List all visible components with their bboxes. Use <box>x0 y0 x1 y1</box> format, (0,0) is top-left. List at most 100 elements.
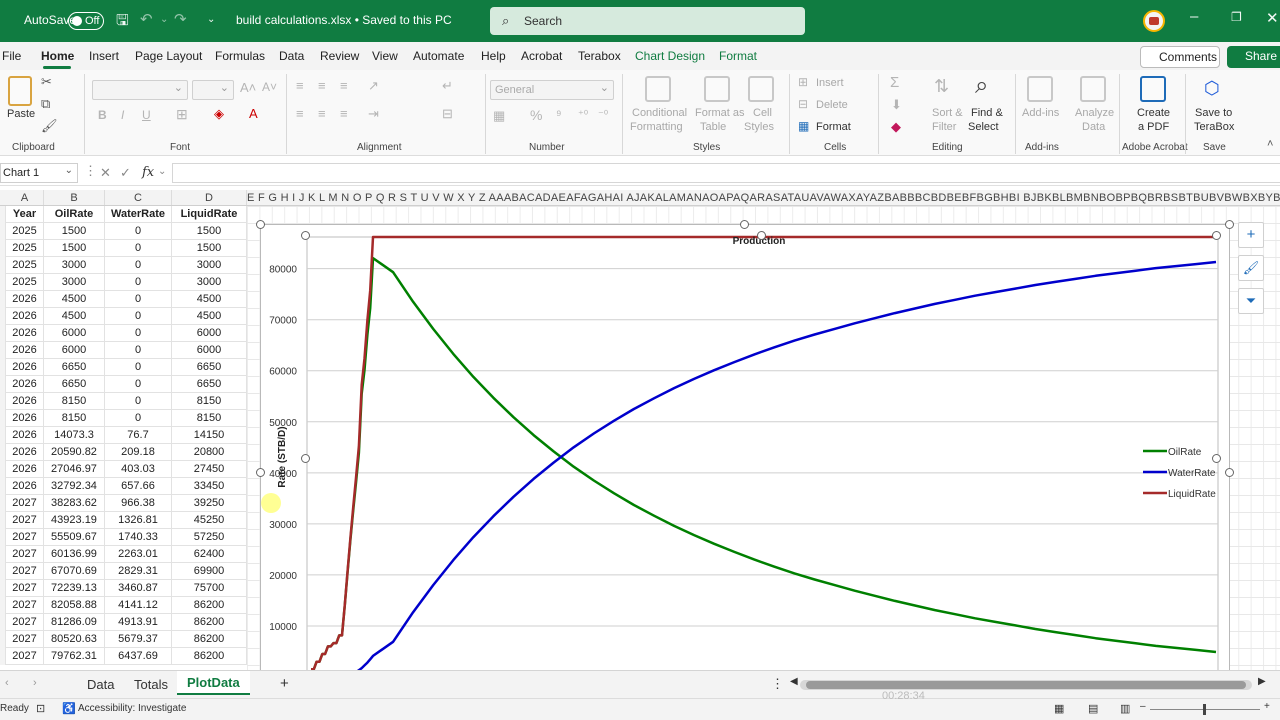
table-cell[interactable]: 86200 <box>172 631 247 648</box>
plot-area-handle[interactable] <box>1212 231 1221 240</box>
sheet-tab-plotdata[interactable]: PlotData <box>177 671 250 695</box>
autosum-icon[interactable]: Σ <box>890 74 899 91</box>
table-cell[interactable]: 62400 <box>172 546 247 563</box>
column-title-cell[interactable]: LiquidRate <box>172 206 247 223</box>
column-headers-more[interactable]: E F G H I J K L M N O P Q R S T U V W X … <box>247 190 1280 205</box>
tab-view[interactable]: View <box>372 49 398 63</box>
analyze-data-icon[interactable] <box>1080 76 1106 102</box>
table-cell[interactable]: 6650 <box>172 376 247 393</box>
table-cell[interactable]: 2026 <box>6 410 44 427</box>
table-cell[interactable]: 2027 <box>6 546 44 563</box>
table-cell[interactable]: 67070.69 <box>44 563 105 580</box>
accounting-format-icon[interactable]: ▦ <box>493 108 505 124</box>
analyze-data-label-2[interactable]: Data <box>1082 120 1105 134</box>
table-cell[interactable]: 6650 <box>44 376 105 393</box>
table-cell[interactable]: 2026 <box>6 478 44 495</box>
table-cell[interactable]: 1326.81 <box>105 512 172 529</box>
table-cell[interactable]: 3000 <box>44 274 105 291</box>
font-size-combo[interactable] <box>192 80 234 100</box>
confirm-entry-icon[interactable]: ✓ <box>120 165 131 181</box>
tab-file[interactable]: File <box>2 49 21 63</box>
next-sheet-icon[interactable]: › <box>33 677 37 689</box>
save-terabox-label-1[interactable]: Save to <box>1195 106 1232 120</box>
table-cell[interactable]: 1500 <box>172 223 247 240</box>
accessibility-status[interactable]: Accessibility: Investigate <box>78 703 186 714</box>
underline-icon[interactable]: U <box>142 108 151 122</box>
table-cell[interactable]: 60136.99 <box>44 546 105 563</box>
table-cell[interactable]: 2026 <box>6 291 44 308</box>
table-cell[interactable]: 82058.88 <box>44 597 105 614</box>
comments-button[interactable]: Comments <box>1140 46 1220 68</box>
plot-area-handle[interactable] <box>301 454 310 463</box>
tab-automate[interactable]: Automate <box>413 49 464 63</box>
resize-handle[interactable] <box>1225 220 1234 229</box>
tab-data[interactable]: Data <box>279 49 304 63</box>
table-cell[interactable]: 86200 <box>172 614 247 631</box>
table-cell[interactable]: 0 <box>105 274 172 291</box>
table-cell[interactable]: 2027 <box>6 529 44 546</box>
cell-styles-label-1[interactable]: Cell <box>753 106 772 120</box>
table-cell[interactable]: 33450 <box>172 478 247 495</box>
increase-font-icon[interactable]: A˄ <box>240 80 256 95</box>
find-select-label-1[interactable]: Find & <box>971 106 1003 120</box>
undo-icon[interactable]: ↶ <box>140 10 153 28</box>
paste-label[interactable]: Paste <box>7 107 35 121</box>
zoom-out-icon[interactable]: – <box>1140 701 1146 712</box>
delete-cells-label[interactable]: Delete <box>816 98 848 112</box>
conditional-formatting-label-2[interactable]: Formatting <box>630 120 683 134</box>
formula-input[interactable] <box>172 163 1280 183</box>
macro-recording-icon[interactable]: ⊡ <box>36 702 45 715</box>
page-break-view-icon[interactable]: ▥ <box>1120 702 1130 715</box>
table-cell[interactable]: 4500 <box>44 291 105 308</box>
wrap-text-icon[interactable]: ↵ <box>442 78 453 94</box>
table-cell[interactable]: 1500 <box>44 240 105 257</box>
table-cell[interactable]: 2027 <box>6 597 44 614</box>
create-pdf-icon[interactable] <box>1140 76 1166 102</box>
quick-access-dropdown-icon[interactable]: ⌄ <box>207 14 215 25</box>
table-cell[interactable]: 2027 <box>6 495 44 512</box>
table-cell[interactable]: 3460.87 <box>105 580 172 597</box>
table-cell[interactable]: 0 <box>105 359 172 376</box>
table-cell[interactable]: 27046.97 <box>44 461 105 478</box>
increase-decimal-icon[interactable]: ⁺⁰ <box>578 108 588 121</box>
table-cell[interactable]: 8150 <box>44 410 105 427</box>
number-format-combo[interactable]: General <box>490 80 614 100</box>
scroll-right-icon[interactable]: ▶ <box>1258 676 1266 687</box>
fill-color-icon[interactable]: ◈ <box>214 106 224 122</box>
table-cell[interactable]: 966.38 <box>105 495 172 512</box>
column-title-cell[interactable]: Year <box>6 206 44 223</box>
table-cell[interactable]: 8150 <box>44 393 105 410</box>
table-cell[interactable]: 2027 <box>6 631 44 648</box>
table-cell[interactable]: 2027 <box>6 580 44 597</box>
tab-terabox[interactable]: Terabox <box>578 49 621 63</box>
table-cell[interactable]: 38283.62 <box>44 495 105 512</box>
table-cell[interactable]: 2025 <box>6 223 44 240</box>
table-cell[interactable]: 14073.3 <box>44 427 105 444</box>
table-cell[interactable]: 4913.91 <box>105 614 172 631</box>
table-cell[interactable]: 6650 <box>44 359 105 376</box>
indent-icon[interactable]: ⇥ <box>368 106 379 122</box>
table-cell[interactable]: 0 <box>105 240 172 257</box>
column-header-b[interactable]: B <box>44 190 105 205</box>
terabox-icon[interactable]: ⬡ <box>1204 78 1220 99</box>
save-terabox-label-2[interactable]: TeraBox <box>1194 120 1234 134</box>
scrollbar-thumb[interactable] <box>806 681 1246 689</box>
decrease-font-icon[interactable]: A˅ <box>262 80 277 94</box>
resize-handle[interactable] <box>740 220 749 229</box>
table-cell[interactable]: 4141.12 <box>105 597 172 614</box>
table-cell[interactable]: 3000 <box>44 257 105 274</box>
table-cell[interactable]: 2026 <box>6 359 44 376</box>
table-cell[interactable]: 657.66 <box>105 478 172 495</box>
chart-filters-icon[interactable]: ⏷ <box>1238 288 1264 314</box>
table-cell[interactable]: 2026 <box>6 461 44 478</box>
resize-handle[interactable] <box>256 468 265 477</box>
italic-icon[interactable]: I <box>121 108 124 122</box>
table-cell[interactable]: 43923.19 <box>44 512 105 529</box>
sort-filter-icon[interactable]: ⇅ <box>934 76 960 102</box>
table-cell[interactable]: 75700 <box>172 580 247 597</box>
bold-icon[interactable]: B <box>98 108 107 122</box>
column-header-a[interactable]: A <box>6 190 44 205</box>
copy-icon[interactable]: ⧉ <box>41 96 50 112</box>
column-title-cell[interactable]: OilRate <box>44 206 105 223</box>
zoom-slider-thumb[interactable] <box>1203 704 1206 715</box>
